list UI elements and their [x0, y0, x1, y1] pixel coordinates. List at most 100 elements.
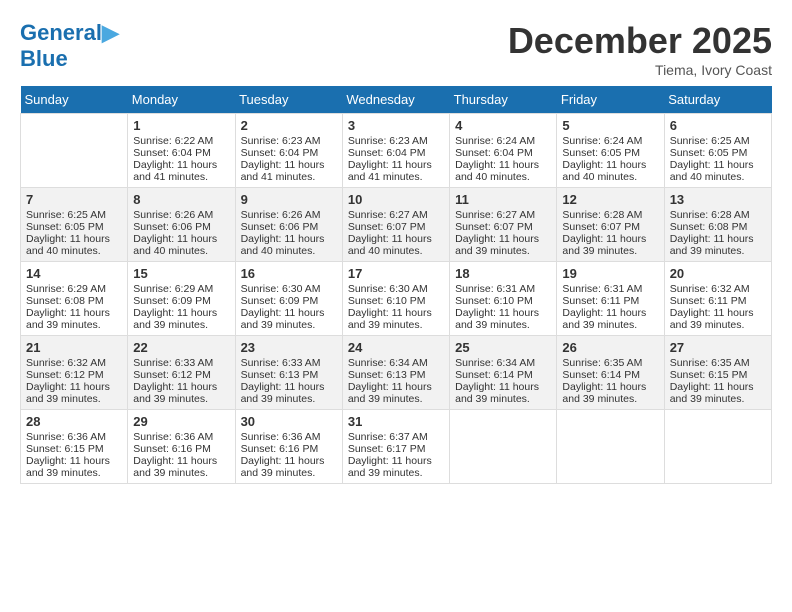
- day-number: 25: [455, 340, 551, 355]
- calendar-cell: 14 Sunrise: 6:29 AM Sunset: 6:08 PM Dayl…: [21, 262, 128, 336]
- sunrise-text: Sunrise: 6:24 AM: [562, 135, 642, 147]
- daylight-text: Daylight: 11 hours and 40 minutes.: [241, 233, 325, 257]
- calendar-cell: 12 Sunrise: 6:28 AM Sunset: 6:07 PM Dayl…: [557, 188, 664, 262]
- daylight-text: Daylight: 11 hours and 39 minutes.: [241, 307, 325, 331]
- weekday-header-sunday: Sunday: [21, 86, 128, 114]
- sunrise-text: Sunrise: 6:28 AM: [670, 209, 750, 221]
- calendar-cell: 2 Sunrise: 6:23 AM Sunset: 6:04 PM Dayli…: [235, 114, 342, 188]
- sunset-text: Sunset: 6:05 PM: [562, 147, 640, 159]
- day-number: 26: [562, 340, 658, 355]
- sunrise-text: Sunrise: 6:28 AM: [562, 209, 642, 221]
- daylight-text: Daylight: 11 hours and 39 minutes.: [348, 381, 432, 405]
- sunrise-text: Sunrise: 6:30 AM: [241, 283, 321, 295]
- sunrise-text: Sunrise: 6:33 AM: [133, 357, 213, 369]
- calendar-cell: 22 Sunrise: 6:33 AM Sunset: 6:12 PM Dayl…: [128, 336, 235, 410]
- day-number: 7: [26, 192, 122, 207]
- sunrise-text: Sunrise: 6:32 AM: [670, 283, 750, 295]
- calendar-cell: [557, 410, 664, 484]
- daylight-text: Daylight: 11 hours and 40 minutes.: [562, 159, 646, 183]
- daylight-text: Daylight: 11 hours and 39 minutes.: [133, 381, 217, 405]
- daylight-text: Daylight: 11 hours and 40 minutes.: [133, 233, 217, 257]
- day-number: 1: [133, 118, 229, 133]
- sunrise-text: Sunrise: 6:31 AM: [455, 283, 535, 295]
- daylight-text: Daylight: 11 hours and 39 minutes.: [670, 381, 754, 405]
- calendar-cell: 10 Sunrise: 6:27 AM Sunset: 6:07 PM Dayl…: [342, 188, 449, 262]
- weekday-header-monday: Monday: [128, 86, 235, 114]
- day-number: 10: [348, 192, 444, 207]
- calendar-cell: 19 Sunrise: 6:31 AM Sunset: 6:11 PM Dayl…: [557, 262, 664, 336]
- daylight-text: Daylight: 11 hours and 39 minutes.: [670, 307, 754, 331]
- sunset-text: Sunset: 6:12 PM: [133, 369, 211, 381]
- calendar-cell: 25 Sunrise: 6:34 AM Sunset: 6:14 PM Dayl…: [450, 336, 557, 410]
- day-number: 28: [26, 414, 122, 429]
- week-row-1: 1 Sunrise: 6:22 AM Sunset: 6:04 PM Dayli…: [21, 114, 772, 188]
- calendar-cell: 31 Sunrise: 6:37 AM Sunset: 6:17 PM Dayl…: [342, 410, 449, 484]
- sunset-text: Sunset: 6:04 PM: [133, 147, 211, 159]
- weekday-header-thursday: Thursday: [450, 86, 557, 114]
- daylight-text: Daylight: 11 hours and 39 minutes.: [26, 455, 110, 479]
- sunset-text: Sunset: 6:05 PM: [26, 221, 104, 233]
- logo-subtext: Blue: [20, 46, 119, 72]
- day-number: 20: [670, 266, 766, 281]
- calendar-cell: 24 Sunrise: 6:34 AM Sunset: 6:13 PM Dayl…: [342, 336, 449, 410]
- daylight-text: Daylight: 11 hours and 39 minutes.: [241, 455, 325, 479]
- day-number: 19: [562, 266, 658, 281]
- day-number: 14: [26, 266, 122, 281]
- calendar-cell: 8 Sunrise: 6:26 AM Sunset: 6:06 PM Dayli…: [128, 188, 235, 262]
- location-subtitle: Tiema, Ivory Coast: [508, 62, 772, 78]
- day-number: 5: [562, 118, 658, 133]
- day-number: 31: [348, 414, 444, 429]
- calendar-cell: 13 Sunrise: 6:28 AM Sunset: 6:08 PM Dayl…: [664, 188, 771, 262]
- calendar-cell: 16 Sunrise: 6:30 AM Sunset: 6:09 PM Dayl…: [235, 262, 342, 336]
- logo: General▶ Blue: [20, 20, 119, 73]
- daylight-text: Daylight: 11 hours and 39 minutes.: [455, 381, 539, 405]
- sunrise-text: Sunrise: 6:25 AM: [26, 209, 106, 221]
- day-number: 11: [455, 192, 551, 207]
- sunrise-text: Sunrise: 6:27 AM: [348, 209, 428, 221]
- sunset-text: Sunset: 6:10 PM: [348, 295, 426, 307]
- sunset-text: Sunset: 6:14 PM: [455, 369, 533, 381]
- daylight-text: Daylight: 11 hours and 39 minutes.: [562, 381, 646, 405]
- sunrise-text: Sunrise: 6:36 AM: [26, 431, 106, 443]
- sunrise-text: Sunrise: 6:29 AM: [133, 283, 213, 295]
- logo-text: General▶: [20, 20, 119, 46]
- week-row-4: 21 Sunrise: 6:32 AM Sunset: 6:12 PM Dayl…: [21, 336, 772, 410]
- sunrise-text: Sunrise: 6:26 AM: [133, 209, 213, 221]
- calendar-cell: 5 Sunrise: 6:24 AM Sunset: 6:05 PM Dayli…: [557, 114, 664, 188]
- sunrise-text: Sunrise: 6:30 AM: [348, 283, 428, 295]
- sunset-text: Sunset: 6:10 PM: [455, 295, 533, 307]
- sunset-text: Sunset: 6:04 PM: [348, 147, 426, 159]
- calendar-cell: 4 Sunrise: 6:24 AM Sunset: 6:04 PM Dayli…: [450, 114, 557, 188]
- sunset-text: Sunset: 6:13 PM: [241, 369, 319, 381]
- calendar-table: SundayMondayTuesdayWednesdayThursdayFrid…: [20, 86, 772, 484]
- title-area: December 2025 Tiema, Ivory Coast: [508, 20, 772, 78]
- sunset-text: Sunset: 6:11 PM: [670, 295, 747, 307]
- sunrise-text: Sunrise: 6:36 AM: [241, 431, 321, 443]
- calendar-cell: [664, 410, 771, 484]
- day-number: 12: [562, 192, 658, 207]
- day-number: 17: [348, 266, 444, 281]
- day-number: 21: [26, 340, 122, 355]
- calendar-cell: [21, 114, 128, 188]
- sunrise-text: Sunrise: 6:35 AM: [670, 357, 750, 369]
- sunset-text: Sunset: 6:16 PM: [241, 443, 319, 455]
- day-number: 15: [133, 266, 229, 281]
- page-header: General▶ Blue December 2025 Tiema, Ivory…: [20, 20, 772, 78]
- weekday-header-row: SundayMondayTuesdayWednesdayThursdayFrid…: [21, 86, 772, 114]
- day-number: 18: [455, 266, 551, 281]
- day-number: 2: [241, 118, 337, 133]
- calendar-cell: 30 Sunrise: 6:36 AM Sunset: 6:16 PM Dayl…: [235, 410, 342, 484]
- daylight-text: Daylight: 11 hours and 40 minutes.: [670, 159, 754, 183]
- daylight-text: Daylight: 11 hours and 39 minutes.: [348, 307, 432, 331]
- calendar-cell: 17 Sunrise: 6:30 AM Sunset: 6:10 PM Dayl…: [342, 262, 449, 336]
- daylight-text: Daylight: 11 hours and 39 minutes.: [670, 233, 754, 257]
- daylight-text: Daylight: 11 hours and 39 minutes.: [562, 233, 646, 257]
- sunset-text: Sunset: 6:09 PM: [133, 295, 211, 307]
- day-number: 27: [670, 340, 766, 355]
- sunset-text: Sunset: 6:11 PM: [562, 295, 639, 307]
- day-number: 16: [241, 266, 337, 281]
- sunset-text: Sunset: 6:16 PM: [133, 443, 211, 455]
- daylight-text: Daylight: 11 hours and 40 minutes.: [348, 233, 432, 257]
- calendar-cell: 11 Sunrise: 6:27 AM Sunset: 6:07 PM Dayl…: [450, 188, 557, 262]
- calendar-cell: 9 Sunrise: 6:26 AM Sunset: 6:06 PM Dayli…: [235, 188, 342, 262]
